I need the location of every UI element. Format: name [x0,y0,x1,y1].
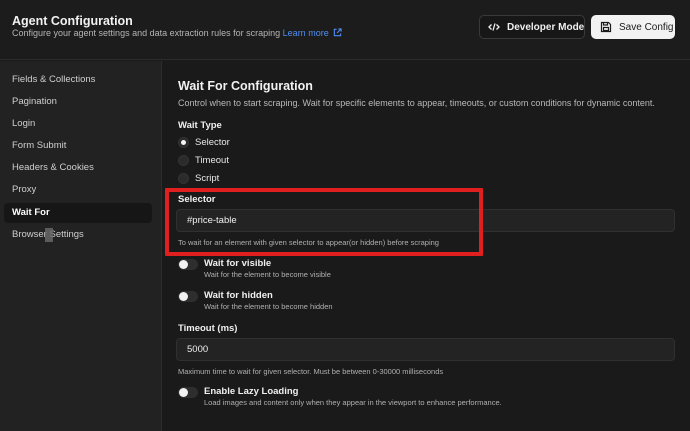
wait-visible-desc: Wait for the element to become visible [204,270,331,279]
radio-unchecked-icon[interactable] [178,154,189,166]
sidebar-item-fields-collections[interactable]: Fields & Collections [4,70,152,90]
section-description: Control when to start scraping. Wait for… [178,98,655,108]
external-link-icon [334,28,342,37]
radio-timeout-label: Timeout [195,154,229,166]
radio-selector-label: Selector [195,136,230,148]
sidebar: Fields & Collections Pagination Login Fo… [0,61,162,431]
developer-mode-button[interactable]: Developer Mode [479,15,585,39]
save-config-label: Save Config [619,21,674,33]
code-icon [488,23,500,31]
sidebar-item-login[interactable]: Login [4,114,152,134]
app-header: Agent Configuration Configure your agent… [0,0,690,60]
wait-hidden-desc: Wait for the element to become hidden [204,302,333,311]
timeout-label: Timeout (ms) [178,323,238,334]
wait-hidden-label: Wait for hidden [204,290,273,301]
lazy-loading-desc: Load images and content only when they a… [204,398,502,407]
wait-visible-label: Wait for visible [204,258,272,269]
radio-timeout[interactable]: Timeout [178,153,229,167]
wait-type-label: Wait Type [178,120,222,131]
selector-highlight-box [165,188,483,256]
lazy-loading-label: Enable Lazy Loading [204,386,299,397]
learn-more-label: Learn more [282,28,329,38]
sidebar-item-browser-settings[interactable]: Browser Settings [4,225,152,245]
app-title: Agent Configuration [12,14,133,28]
radio-checked-icon[interactable] [178,136,189,148]
save-config-button[interactable]: Save Config [591,15,675,39]
sidebar-item-pagination[interactable]: Pagination [4,92,152,112]
radio-script-label: Script [195,172,220,184]
section-title: Wait For Configuration [178,79,313,93]
save-icon [600,21,612,33]
text-cursor-icon [45,228,53,242]
sidebar-item-proxy[interactable]: Proxy [4,180,152,200]
wait-hidden-toggle[interactable] [178,291,198,302]
radio-script[interactable]: Script [178,171,219,185]
timeout-input[interactable]: 5000 [176,338,675,361]
sidebar-item-wait-for[interactable]: Wait For [4,203,152,223]
app-subtitle: Configure your agent settings and data e… [12,28,342,38]
learn-more-link[interactable]: Learn more [283,28,343,38]
wait-visible-toggle[interactable] [178,259,198,270]
sidebar-item-headers-cookies[interactable]: Headers & Cookies [4,158,152,178]
radio-unchecked-icon[interactable] [178,172,189,184]
sidebar-item-form-submit[interactable]: Form Submit [4,136,152,156]
lazy-loading-toggle[interactable] [178,387,198,398]
developer-mode-label: Developer Mode [507,21,585,33]
timeout-help: Maximum time to wait for given selector.… [178,367,444,376]
subtitle-text: Configure your agent settings and data e… [12,28,281,38]
radio-selector[interactable]: Selector [178,135,230,149]
